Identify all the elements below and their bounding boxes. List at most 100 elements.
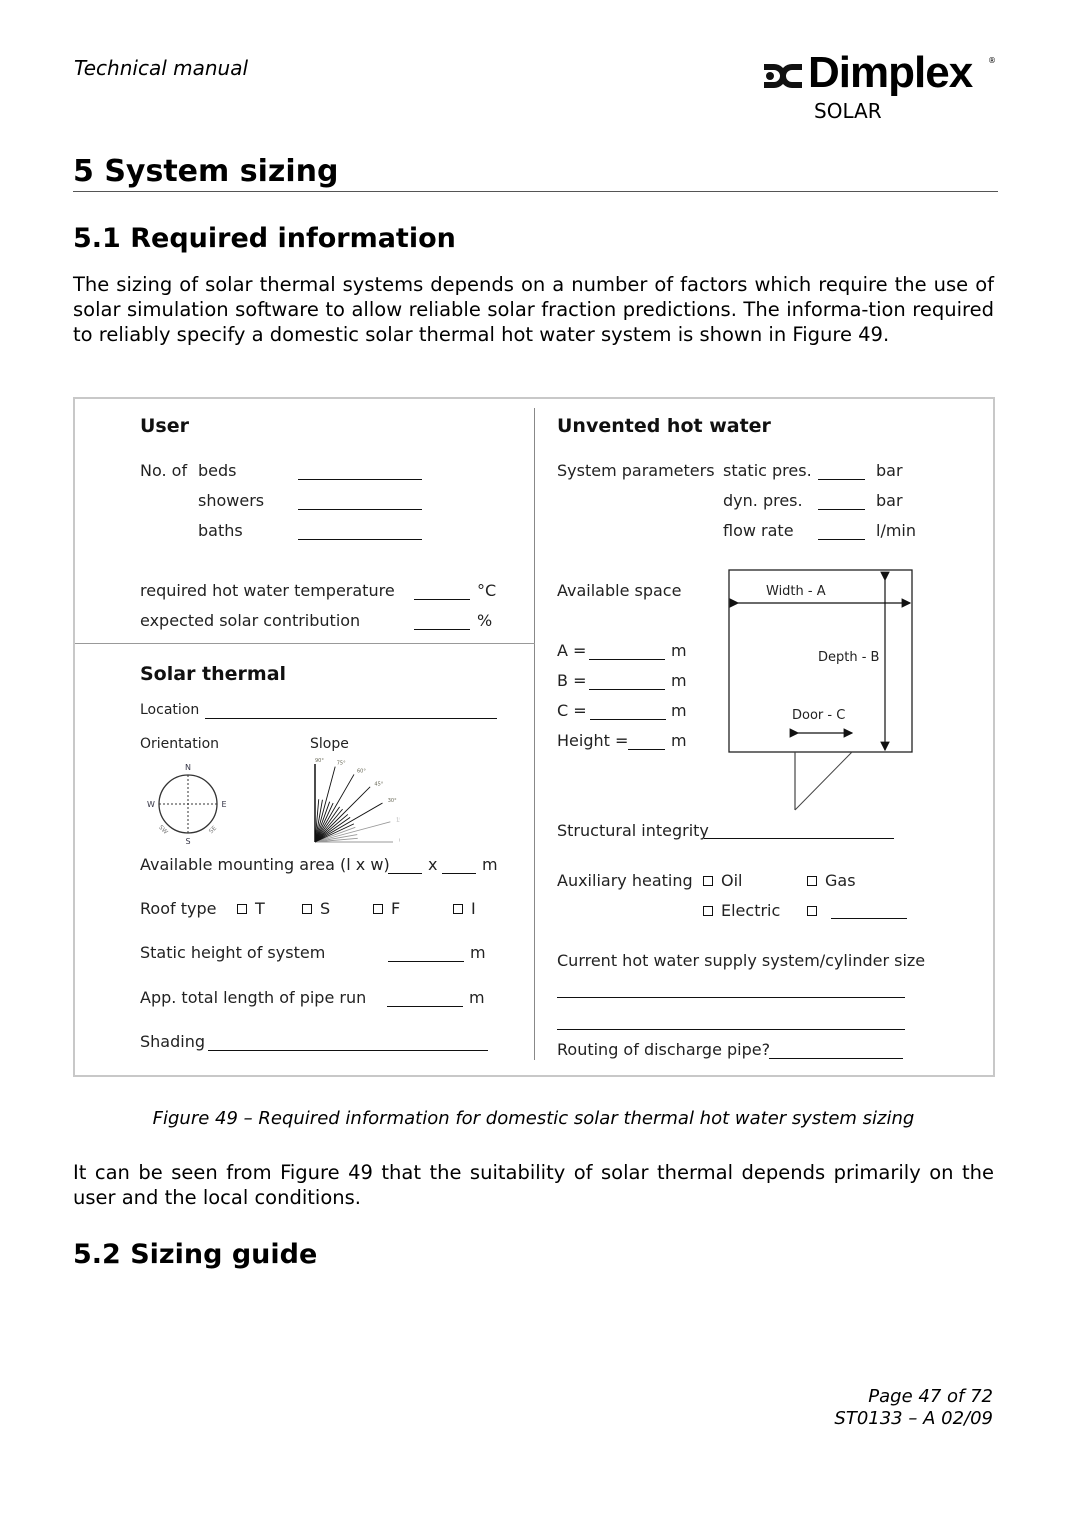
static-pres-label: static pres. (723, 461, 812, 480)
compass-sw: SW (157, 824, 169, 836)
brand-sub: SOLAR (814, 99, 882, 123)
height-field[interactable] (628, 749, 665, 750)
aux-other-field[interactable] (831, 918, 907, 919)
dim-b-field[interactable] (589, 689, 665, 690)
dimplex-logo: Dimplex ® (760, 48, 996, 102)
dim-c-label: C = (557, 701, 587, 720)
slope-diagram-icon: 90° 75° 60° 45° 30° 15° 0° (314, 758, 400, 844)
checkbox[interactable] (807, 906, 817, 916)
compass-n: N (185, 763, 191, 772)
slope-angle-label: 15° (396, 817, 400, 823)
title-rule (73, 191, 998, 192)
orientation-label: Orientation (140, 736, 220, 752)
dyn-pres-label: dyn. pres. (723, 491, 803, 510)
structural-integrity-field[interactable] (704, 838, 894, 839)
temp-unit: °C (477, 581, 497, 600)
height-unit: m (671, 731, 687, 750)
showers-field[interactable] (298, 509, 422, 510)
slope-angle-label: 90° (315, 758, 324, 764)
document-reference: ST0133 – A 02/09 (834, 1408, 993, 1429)
checkbox[interactable] (237, 904, 247, 914)
checkbox[interactable] (807, 876, 817, 886)
roof-option-t[interactable]: T (237, 899, 265, 918)
unvented-heading: Unvented hot water (557, 415, 771, 437)
solar-thermal-heading: Solar thermal (140, 663, 287, 685)
height-label: Height = (557, 731, 629, 750)
dim-a-field[interactable] (589, 659, 665, 660)
pipe-run-field[interactable] (387, 1006, 463, 1007)
registered-mark: ® (988, 56, 996, 65)
shading-field[interactable] (208, 1050, 488, 1051)
pipe-run-unit: m (469, 988, 485, 1007)
compass-icon: N S E W SW SE (147, 763, 226, 846)
depth-b-label: Depth - B (818, 650, 879, 665)
page-number: Page 47 of 72 (868, 1386, 993, 1407)
user-solar-divider (75, 643, 535, 644)
solar-contribution-field[interactable] (414, 629, 470, 630)
temp-field[interactable] (414, 599, 470, 600)
slope-angle-label: 45° (374, 781, 383, 787)
subsection-title-required-info: 5.1 Required information (73, 223, 456, 254)
discharge-pipe-field[interactable] (769, 1058, 903, 1059)
compass-s: S (185, 837, 190, 846)
dyn-pres-unit: bar (876, 491, 903, 510)
intro-paragraph: The sizing of solar thermal systems depe… (73, 273, 994, 346)
slope-angle-label: 60° (357, 769, 366, 775)
aux-option-other[interactable] (807, 901, 825, 920)
checkbox[interactable] (302, 904, 312, 914)
roof-option-s[interactable]: S (302, 899, 330, 918)
mounting-area-label: Available mounting area (l x w) (140, 855, 390, 874)
discharge-pipe-label: Routing of discharge pipe? (557, 1040, 771, 1059)
dim-a-unit: m (671, 641, 687, 660)
current-supply-field-2[interactable] (557, 1029, 905, 1030)
slope-angle-label: 0° (399, 838, 400, 844)
available-space-label: Available space (557, 581, 682, 600)
brand-name: Dimplex (808, 48, 973, 97)
baths-label: baths (198, 521, 243, 540)
roof-option-f[interactable]: F (373, 899, 400, 918)
current-supply-field-1[interactable] (557, 997, 905, 998)
static-height-label: Static height of system (140, 943, 326, 962)
dim-c-unit: m (671, 701, 687, 720)
roof-type-label: Roof type (140, 899, 217, 918)
slope-label: Slope (310, 736, 349, 752)
column-divider (534, 408, 535, 1060)
static-height-field[interactable] (388, 961, 464, 962)
user-heading: User (140, 415, 189, 437)
checkbox[interactable] (373, 904, 383, 914)
aux-option-oil[interactable]: Oil (703, 871, 742, 890)
dim-b-label: B = (557, 671, 587, 690)
flow-rate-label: flow rate (723, 521, 794, 540)
mounting-width-field[interactable] (442, 873, 476, 874)
beds-label: beds (198, 461, 237, 480)
location-field[interactable] (205, 718, 497, 719)
aux-heating-label: Auxiliary heating (557, 871, 693, 890)
showers-label: showers (198, 491, 265, 510)
space-diagram: Width - A Depth - B Door - C (728, 569, 913, 811)
subsection-title-sizing-guide: 5.2 Sizing guide (73, 1239, 318, 1270)
baths-field[interactable] (298, 539, 422, 540)
slope-angle-label: 75° (337, 761, 346, 767)
aux-option-gas[interactable]: Gas (807, 871, 856, 890)
flow-rate-field[interactable] (818, 539, 865, 540)
checkbox[interactable] (453, 904, 463, 914)
compass-e: E (221, 800, 226, 809)
temp-label: required hot water temperature (140, 581, 395, 600)
static-pres-field[interactable] (818, 479, 865, 480)
dim-a-label: A = (557, 641, 587, 660)
aux-option-electric[interactable]: Electric (703, 901, 780, 920)
solar-contribution-unit: % (477, 611, 493, 630)
roof-option-i[interactable]: I (453, 899, 476, 918)
mounting-length-field[interactable] (388, 873, 422, 874)
dim-b-unit: m (671, 671, 687, 690)
width-a-label: Width - A (766, 584, 826, 599)
flow-rate-unit: l/min (876, 521, 917, 540)
checkbox[interactable] (703, 906, 713, 916)
current-supply-label: Current hot water supply system/cylinder… (557, 951, 926, 970)
dyn-pres-field[interactable] (818, 509, 865, 510)
dim-c-field[interactable] (590, 719, 666, 720)
checkbox[interactable] (703, 876, 713, 886)
mounting-x: x (428, 855, 438, 874)
solar-contribution-label: expected solar contribution (140, 611, 361, 630)
beds-field[interactable] (298, 479, 422, 480)
